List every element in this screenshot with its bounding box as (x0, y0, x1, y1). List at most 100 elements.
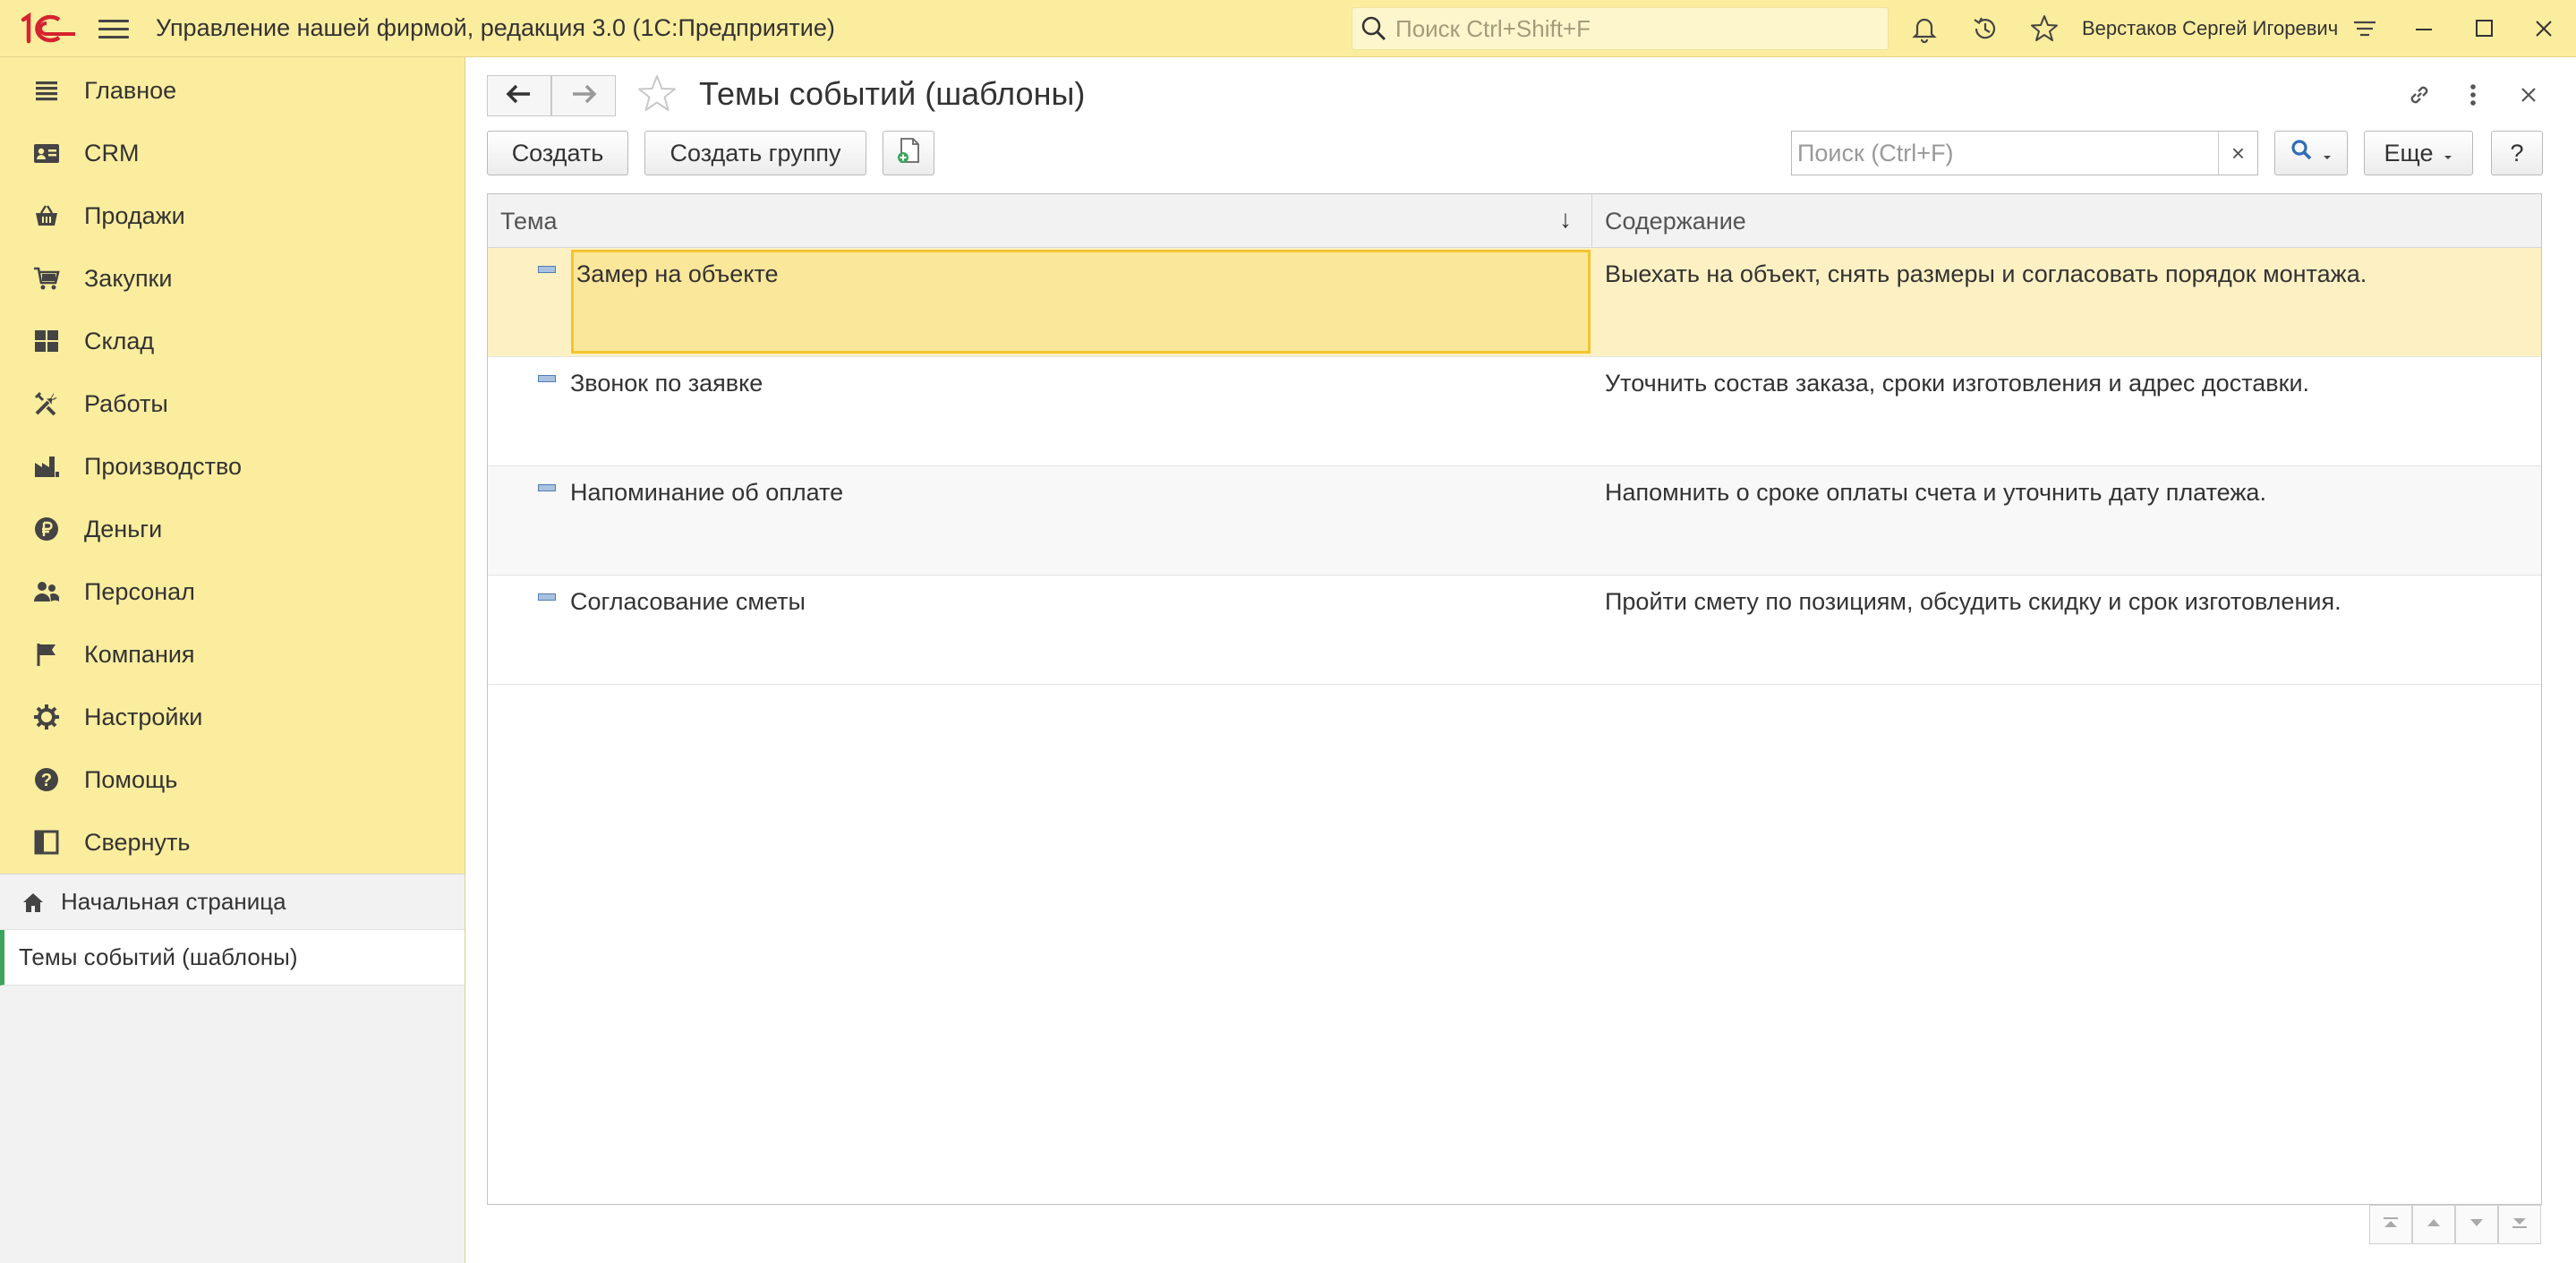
scroll-top-icon (2381, 1216, 2401, 1234)
topic-cell[interactable]: Замер на объекте (488, 248, 1592, 356)
topic-text: Звонок по заявке (570, 370, 763, 397)
more-actions-button[interactable]: Еще (2364, 131, 2473, 175)
settings-lines-icon[interactable] (2347, 11, 2383, 47)
svg-text:?: ? (41, 771, 52, 790)
scroll-down-button[interactable] (2455, 1205, 2498, 1244)
sidebar-item-sales[interactable]: Продажи (0, 184, 465, 247)
sidebar-item-company[interactable]: Компания (0, 623, 465, 686)
open-window-current[interactable]: Темы событий (шаблоны) (0, 930, 465, 986)
content-cell[interactable]: Выехать на объект, снять размеры и согла… (1592, 248, 2541, 356)
sidebar-item-label: Работы (84, 389, 168, 417)
history-icon[interactable] (1967, 11, 2003, 47)
sidebar-item-personnel[interactable]: Персонал (0, 560, 465, 623)
sidebar-item-label: Склад (84, 327, 155, 354)
search-icon (2290, 139, 2314, 168)
tools-icon (25, 382, 68, 425)
gear-icon (25, 696, 68, 738)
dropdown-arrow-icon (2444, 140, 2452, 167)
minimize-icon[interactable] (2406, 11, 2442, 47)
sidebar-item-label: Настройки (84, 703, 203, 730)
add-to-favorites-button[interactable] (635, 73, 679, 118)
table-row[interactable]: Замер на объекте Выехать на объект, снят… (488, 248, 2541, 357)
section-nav: Главное CRM Продажи Закупки Склад Работы… (0, 57, 465, 874)
list-search[interactable]: × (1791, 131, 2258, 175)
content-cell[interactable]: Пройти смету по позициям, обсудить скидк… (1592, 576, 2541, 684)
link-icon[interactable] (2401, 77, 2437, 113)
column-header-topic[interactable]: Тема ↓ (488, 194, 1592, 248)
scroll-up-button[interactable] (2412, 1205, 2455, 1244)
grid-icon (25, 320, 68, 363)
column-header-label: Содержание (1605, 207, 1746, 235)
home-icon (20, 889, 47, 916)
cart-icon (25, 257, 68, 300)
sidebar-item-label: Помощь (84, 765, 178, 793)
favorites-star-icon[interactable] (2026, 11, 2062, 47)
close-form-icon[interactable] (2511, 77, 2546, 113)
templates-table[interactable]: Тема ↓ Содержание Замер на объекте Выеха… (487, 193, 2542, 1205)
column-header-content[interactable]: Содержание (1592, 194, 2541, 248)
catalog-item-icon (538, 266, 556, 273)
clear-search-button[interactable]: × (2218, 132, 2257, 175)
global-search-input[interactable] (1395, 14, 1879, 43)
search-options-button[interactable] (2274, 131, 2348, 175)
topic-cell[interactable]: Звонок по заявке (488, 357, 1592, 465)
back-button[interactable] (487, 75, 551, 116)
sidebar-item-settings[interactable]: Настройки (0, 686, 465, 748)
open-windows-panel: Начальная страница Темы событий (шаблоны… (0, 874, 465, 1263)
sidebar-item-money[interactable]: Деньги (0, 498, 465, 560)
top-bar: Управление нашей фирмой, редакция 3.0 (1… (0, 0, 2576, 57)
bell-icon[interactable] (1906, 11, 1942, 47)
topic-cell[interactable]: Напоминание об оплате (488, 466, 1592, 575)
basket-icon (25, 194, 68, 237)
global-search[interactable] (1352, 7, 1889, 50)
factory-icon (25, 445, 68, 488)
ruble-icon (25, 508, 68, 550)
sidebar-item-works[interactable]: Работы (0, 372, 465, 435)
help-button[interactable]: ? (2491, 131, 2543, 175)
table-row[interactable]: Напоминание об оплате Напомнить о сроке … (488, 466, 2541, 576)
main-menu-button[interactable] (98, 14, 129, 43)
topic-text: Напоминание об оплате (570, 479, 844, 506)
list-search-input[interactable] (1792, 132, 2218, 174)
page-title: Темы событий (шаблоны) (699, 75, 1086, 112)
open-window-label: Начальная страница (61, 888, 286, 915)
sidebar-item-crm[interactable]: CRM (0, 122, 465, 184)
search-icon (1352, 7, 1395, 50)
create-button[interactable]: Создать (487, 131, 628, 175)
sidebar-item-warehouse[interactable]: Склад (0, 310, 465, 372)
copy-item-button[interactable] (883, 131, 934, 175)
topic-text: Согласование сметы (570, 588, 806, 615)
topic-cell[interactable]: Согласование сметы (488, 576, 1592, 684)
create-group-button[interactable]: Создать группу (644, 131, 866, 175)
sort-descending-icon: ↓ (1559, 205, 1572, 233)
scroll-up-icon (2424, 1216, 2444, 1234)
maximize-icon[interactable] (2467, 11, 2503, 47)
sidebar-item-collapse[interactable]: Свернуть (0, 811, 465, 874)
content-cell[interactable]: Напомнить о сроке оплаты счета и уточнит… (1592, 466, 2541, 575)
table-row[interactable]: Согласование сметы Пройти смету по позиц… (488, 576, 2541, 685)
close-window-icon[interactable] (2526, 11, 2562, 47)
open-window-home[interactable]: Начальная страница (0, 875, 465, 930)
scroll-bottom-icon (2510, 1216, 2529, 1234)
table-header: Тема ↓ Содержание (488, 194, 2541, 248)
scroll-to-bottom-button[interactable] (2498, 1205, 2541, 1244)
more-vertical-icon[interactable] (2455, 77, 2491, 113)
sidebar-item-label: Деньги (84, 515, 163, 542)
sidebar-item-help[interactable]: ? Помощь (0, 748, 465, 811)
content-cell[interactable]: Уточнить состав заказа, сроки изготовлен… (1592, 357, 2541, 465)
sidebar-item-label: Производство (84, 452, 243, 480)
catalog-item-icon (538, 593, 556, 601)
table-row[interactable]: Звонок по заявке Уточнить состав заказа,… (488, 357, 2541, 466)
people-icon (25, 570, 68, 613)
scroll-to-top-button[interactable] (2369, 1205, 2412, 1244)
app-title: Управление нашей фирмой, редакция 3.0 (1… (156, 14, 835, 41)
sidebar-item-production[interactable]: Производство (0, 435, 465, 498)
open-window-label: Темы событий (шаблоны) (19, 943, 298, 970)
sidebar-item-purchases[interactable]: Закупки (0, 247, 465, 310)
sidebar-item-main[interactable]: Главное (0, 59, 465, 122)
sidebar-item-label: Продажи (84, 201, 185, 229)
user-name[interactable]: Верстаков Сергей Игоревич (2082, 17, 2338, 40)
flag-icon (25, 633, 68, 676)
forward-button[interactable] (551, 75, 616, 116)
scroll-down-icon (2467, 1216, 2486, 1234)
